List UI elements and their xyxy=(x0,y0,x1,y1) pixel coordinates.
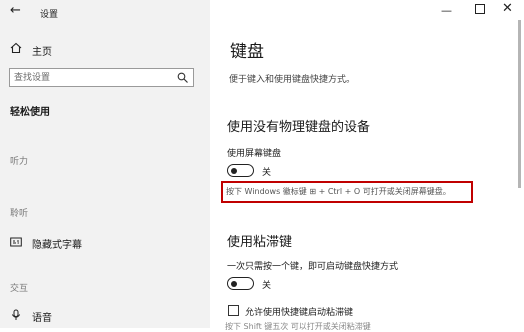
sticky-keys-shortcut-label[interactable]: 允许使用快捷键启动粘滞键 xyxy=(245,305,353,318)
page-subtitle: 便于键入和使用键盘快捷方式。 xyxy=(229,75,356,85)
sticky-keys-toggle[interactable] xyxy=(227,277,254,290)
section-heading-no-keyboard: 使用没有物理键盘的设备 xyxy=(227,120,371,135)
maximize-icon[interactable] xyxy=(475,4,485,14)
scrollbar[interactable] xyxy=(518,20,521,188)
section-title-ease-of-access: 轻松使用 xyxy=(10,107,50,118)
sticky-keys-shortcut-hint: 按下 Shift 键五次 可以打开或关闭粘滞键 xyxy=(225,322,371,331)
microphone-icon xyxy=(11,309,21,320)
search-icon[interactable] xyxy=(177,72,188,83)
group-label-listening: 聆听 xyxy=(10,209,29,219)
on-screen-keyboard-hint: 按下 Windows 徽标键 ⊞ + Ctrl + O 可打开或关闭屏幕键盘。 xyxy=(226,187,451,196)
sidebar-item-closed-captions[interactable]: 隐藏式字幕 xyxy=(32,236,82,251)
sidebar-item-home[interactable]: 主页 xyxy=(32,43,52,58)
captions-icon xyxy=(10,237,22,247)
close-icon[interactable]: ✕ xyxy=(502,1,513,16)
sticky-keys-label: 一次只需按一个键，即可启动键盘快捷方式 xyxy=(227,262,399,272)
group-label-interaction: 交互 xyxy=(10,284,29,294)
on-screen-keyboard-toggle-state: 关 xyxy=(262,168,272,178)
section-heading-sticky-keys: 使用粘滞键 xyxy=(227,235,293,250)
app-title: 设置 xyxy=(40,10,59,20)
page-title: 键盘 xyxy=(230,42,264,62)
group-label-hearing: 听力 xyxy=(10,157,29,167)
search-box[interactable] xyxy=(9,68,194,87)
search-input[interactable] xyxy=(14,69,164,86)
home-icon[interactable] xyxy=(10,42,22,54)
sticky-keys-toggle-state: 关 xyxy=(262,281,272,291)
toggle-knob xyxy=(231,167,237,174)
on-screen-keyboard-label: 使用屏幕键盘 xyxy=(227,149,282,159)
toggle-knob xyxy=(231,280,237,287)
sidebar-item-speech[interactable]: 语音 xyxy=(32,309,52,324)
on-screen-keyboard-toggle[interactable] xyxy=(227,164,254,177)
back-arrow-icon[interactable]: ← xyxy=(10,3,21,18)
sticky-keys-shortcut-checkbox[interactable] xyxy=(228,305,239,316)
minimize-icon[interactable]: — xyxy=(441,4,452,17)
